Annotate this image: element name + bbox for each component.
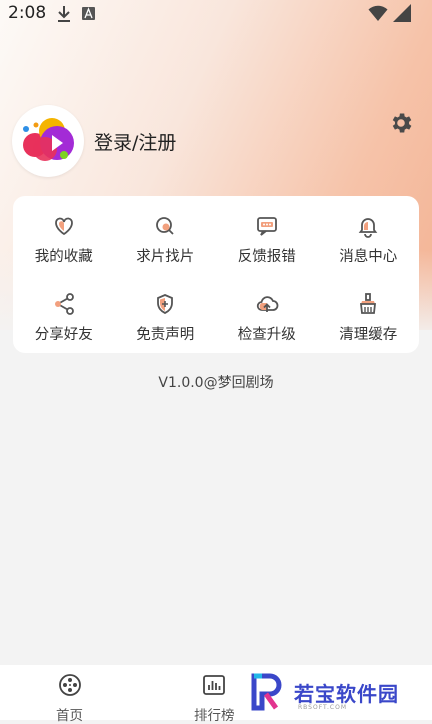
search-film-icon xyxy=(153,214,177,238)
app-logo-icon[interactable] xyxy=(12,105,84,177)
broom-icon xyxy=(356,292,380,316)
download-icon xyxy=(56,5,72,27)
menu-label: 清理缓存 xyxy=(339,327,398,343)
menu-item-clear-cache[interactable]: 清理缓存 xyxy=(318,274,420,353)
shield-icon xyxy=(153,292,177,316)
menu-item-favorites[interactable]: 我的收藏 xyxy=(13,196,115,274)
a-badge-icon xyxy=(82,5,96,25)
menu-label: 反馈报错 xyxy=(237,249,296,265)
battery-icon xyxy=(392,3,412,27)
menu-card: 我的收藏 求片找片 反馈报错 消息中心 分享好友 免责声明 检查升级 清理缓存 xyxy=(13,196,419,353)
watermark-logo xyxy=(250,673,288,715)
bell-icon xyxy=(356,214,380,238)
film-reel-icon xyxy=(58,673,82,701)
menu-label: 消息中心 xyxy=(339,249,398,265)
cloud-upload-icon xyxy=(255,292,279,316)
watermark-text: 若宝软件园 xyxy=(294,682,399,706)
menu-item-disclaimer[interactable]: 免责声明 xyxy=(115,274,217,353)
menu-label: 免责声明 xyxy=(136,327,195,343)
share-icon xyxy=(52,292,76,316)
status-bar: 2:08 xyxy=(0,0,432,28)
login-register-link[interactable]: 登录/注册 xyxy=(94,128,176,155)
version-text: V1.0.0@梦回剧场 xyxy=(158,375,274,391)
gear-icon[interactable] xyxy=(388,110,414,140)
bar-chart-icon xyxy=(202,673,226,701)
tab-label: 排行榜 xyxy=(194,708,235,724)
menu-item-request-film[interactable]: 求片找片 xyxy=(115,196,217,274)
menu-label: 分享好友 xyxy=(34,327,93,343)
profile-row[interactable]: 登录/注册 xyxy=(12,105,176,177)
menu-label: 我的收藏 xyxy=(34,249,93,265)
status-time: 2:08 xyxy=(8,3,47,23)
watermark: 若宝软件园 RBSOFT.COM xyxy=(240,668,432,720)
menu-label: 检查升级 xyxy=(237,327,296,343)
menu-item-share[interactable]: 分享好友 xyxy=(13,274,115,353)
menu-item-check-update[interactable]: 检查升级 xyxy=(216,274,318,353)
menu-item-feedback[interactable]: 反馈报错 xyxy=(216,196,318,274)
watermark-subtext: RBSOFT.COM xyxy=(298,704,348,711)
wifi-icon xyxy=(368,4,388,26)
menu-item-messages[interactable]: 消息中心 xyxy=(318,196,420,274)
tab-home[interactable]: 首页 xyxy=(56,673,83,724)
heart-icon xyxy=(52,214,76,238)
tab-label: 首页 xyxy=(56,708,83,724)
tab-ranking[interactable]: 排行榜 xyxy=(194,673,235,724)
menu-label: 求片找片 xyxy=(136,249,195,265)
feedback-icon xyxy=(255,214,279,238)
